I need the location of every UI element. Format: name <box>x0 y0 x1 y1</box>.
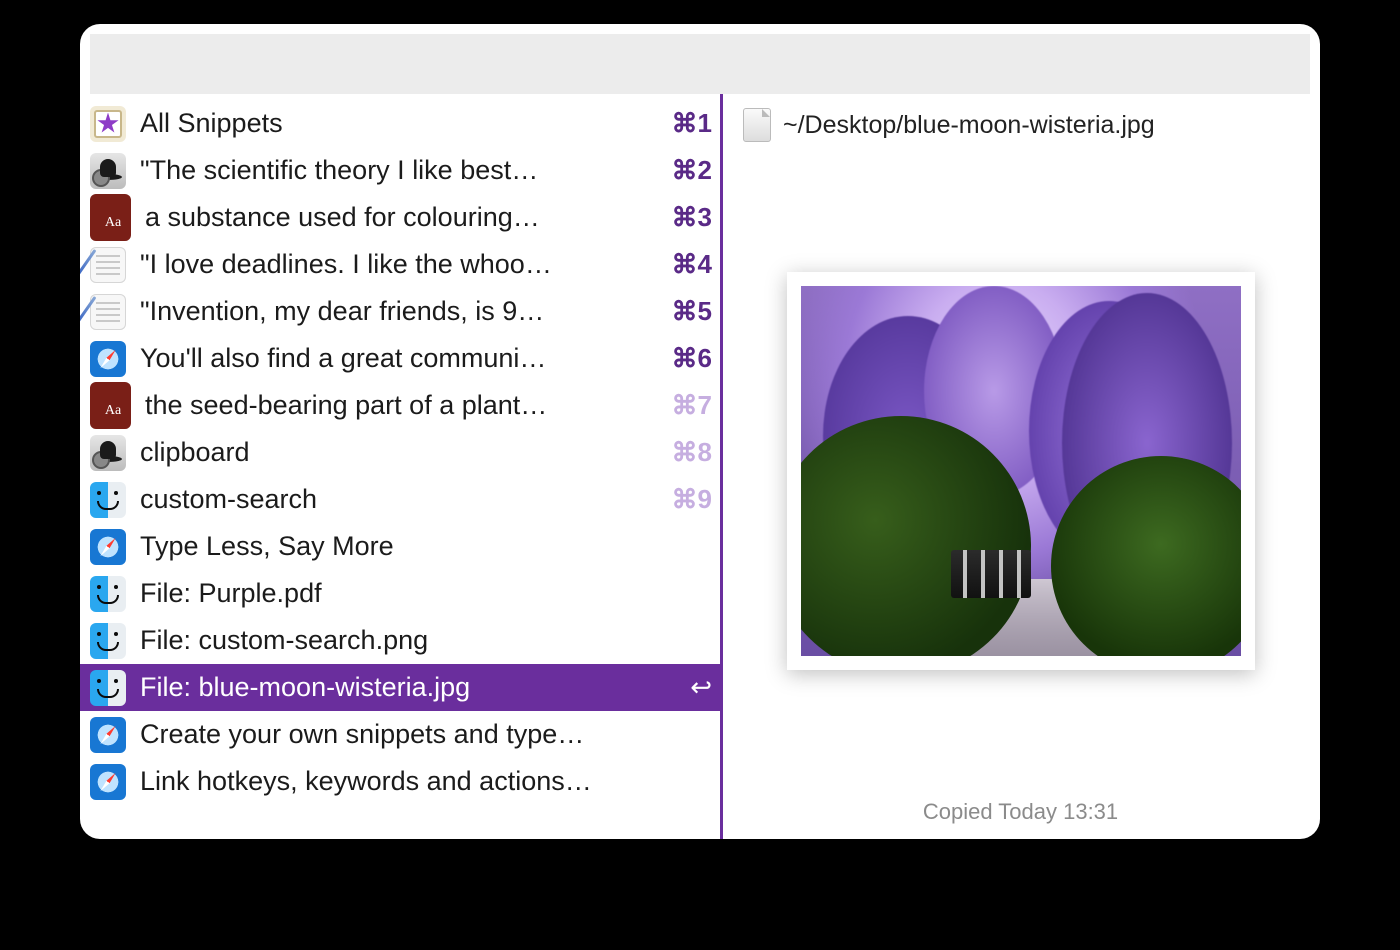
result-row[interactable]: Aa a substance used for colouring…⌘3 <box>80 194 720 241</box>
result-row[interactable]: File: blue-moon-wisteria.jpg↩ <box>80 664 720 711</box>
result-row[interactable]: All Snippets⌘1 <box>80 100 720 147</box>
enter-icon: ↩ <box>684 672 712 703</box>
safari-icon <box>90 764 126 800</box>
result-label: "I love deadlines. I like the whoo… <box>140 249 664 280</box>
result-shortcut: ⌘7 <box>664 390 712 421</box>
note-icon <box>90 247 126 283</box>
result-shortcut: ⌘5 <box>664 296 712 327</box>
preview-footer: Copied Today 13:31 <box>743 799 1298 829</box>
result-shortcut: ⌘1 <box>664 108 712 139</box>
result-label: "The scientific theory I like best… <box>140 155 664 186</box>
result-label: File: custom-search.png <box>140 625 712 656</box>
result-label: custom-search <box>140 484 664 515</box>
result-row[interactable]: Aa the seed-bearing part of a plant…⌘7 <box>80 382 720 429</box>
result-label: clipboard <box>140 437 664 468</box>
result-row[interactable]: "The scientific theory I like best…⌘2 <box>80 147 720 194</box>
hat-gear-icon <box>90 153 126 189</box>
finder-icon <box>90 482 126 518</box>
finder-icon <box>90 576 126 612</box>
result-row[interactable]: "I love deadlines. I like the whoo…⌘4 <box>80 241 720 288</box>
safari-icon <box>90 529 126 565</box>
result-shortcut: ⌘2 <box>664 155 712 186</box>
result-row[interactable]: You'll also find a great communi…⌘6 <box>80 335 720 382</box>
result-shortcut: ⌘9 <box>664 484 712 515</box>
finder-icon <box>90 623 126 659</box>
result-row[interactable]: Link hotkeys, keywords and actions… <box>80 758 720 805</box>
preview-path-line: ~/Desktop/blue-moon-wisteria.jpg <box>743 108 1298 142</box>
safari-icon <box>90 341 126 377</box>
preview-path: ~/Desktop/blue-moon-wisteria.jpg <box>783 111 1155 140</box>
clipboard-star-icon <box>90 106 126 142</box>
safari-icon <box>90 717 126 753</box>
result-label: Link hotkeys, keywords and actions… <box>140 766 712 797</box>
file-icon <box>743 108 771 142</box>
panel-body: All Snippets⌘1"The scientific theory I l… <box>80 94 1320 839</box>
result-shortcut: ⌘4 <box>664 249 712 280</box>
result-row[interactable]: "Invention, my dear friends, is 9…⌘5 <box>80 288 720 335</box>
results-list: All Snippets⌘1"The scientific theory I l… <box>80 94 723 839</box>
dictionary-icon: Aa <box>90 194 131 241</box>
result-row[interactable]: File: Purple.pdf <box>80 570 720 617</box>
finder-icon <box>90 670 126 706</box>
result-label: You'll also find a great communi… <box>140 343 664 374</box>
result-label: File: Purple.pdf <box>140 578 712 609</box>
result-label: "Invention, my dear friends, is 9… <box>140 296 664 327</box>
launcher-panel: All Snippets⌘1"The scientific theory I l… <box>80 24 1320 839</box>
result-label: a substance used for colouring… <box>145 202 664 233</box>
search-bar-container <box>80 24 1320 94</box>
preview-image <box>801 286 1241 656</box>
note-icon <box>90 294 126 330</box>
result-shortcut: ⌘6 <box>664 343 712 374</box>
result-shortcut: ⌘3 <box>664 202 712 233</box>
result-label: All Snippets <box>140 108 664 139</box>
result-row[interactable]: Create your own snippets and type… <box>80 711 720 758</box>
result-label: the seed-bearing part of a plant… <box>145 390 664 421</box>
dictionary-icon: Aa <box>90 382 131 429</box>
preview-pane: ~/Desktop/blue-moon-wisteria.jpg <box>723 94 1320 839</box>
preview-thumbnail <box>787 272 1255 670</box>
result-row[interactable]: custom-search⌘9 <box>80 476 720 523</box>
result-shortcut: ⌘8 <box>664 437 712 468</box>
result-label: Create your own snippets and type… <box>140 719 712 750</box>
result-row[interactable]: File: custom-search.png <box>80 617 720 664</box>
result-label: Type Less, Say More <box>140 531 712 562</box>
search-input[interactable] <box>90 34 1310 94</box>
result-row[interactable]: Type Less, Say More <box>80 523 720 570</box>
hat-gear-icon <box>90 435 126 471</box>
result-row[interactable]: clipboard⌘8 <box>80 429 720 476</box>
result-label: File: blue-moon-wisteria.jpg <box>140 672 684 703</box>
